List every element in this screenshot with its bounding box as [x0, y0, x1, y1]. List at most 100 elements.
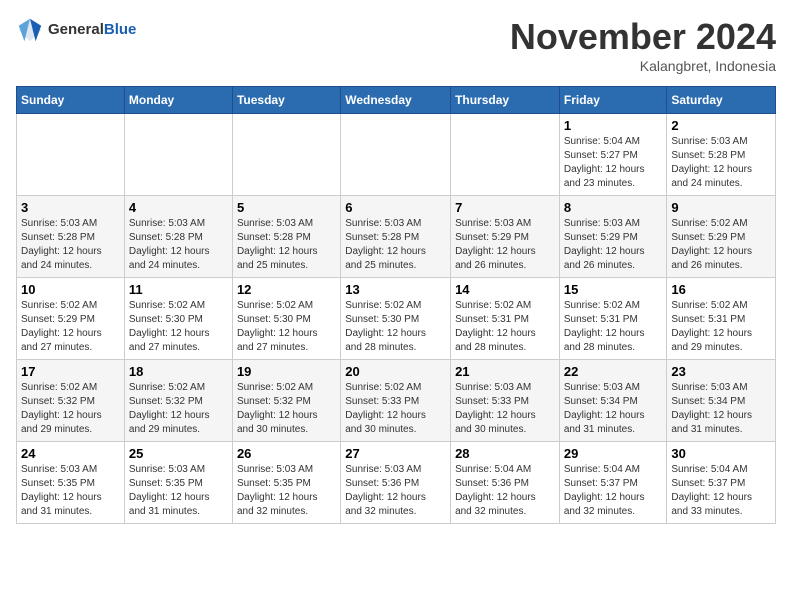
- day-number: 4: [129, 200, 228, 215]
- day-number: 5: [237, 200, 336, 215]
- day-cell: 3 Sunrise: 5:03 AM Sunset: 5:28 PM Daylig…: [17, 196, 125, 278]
- day-number: 1: [564, 118, 663, 133]
- day-cell: 12 Sunrise: 5:02 AM Sunset: 5:30 PM Dayli…: [232, 278, 340, 360]
- day-number: 17: [21, 364, 120, 379]
- day-cell: 4Sunrise: 5:03 AM Sunset: 5:28 PM Daylig…: [124, 196, 232, 278]
- day-number: 30: [671, 446, 771, 461]
- day-info: Sunrise: 5:02 AM Sunset: 5:30 PM Dayligh…: [345, 299, 446, 355]
- day-header-saturday: Saturday: [667, 87, 776, 114]
- day-cell: 13 Sunrise: 5:02 AM Sunset: 5:30 PM Dayli…: [341, 278, 451, 360]
- day-header-thursday: Thursday: [451, 87, 560, 114]
- day-info: Sunrise: 5:03 AM Sunset: 5:28 PM Dayligh…: [237, 217, 336, 273]
- logo: GeneralBlue: [16, 16, 136, 44]
- day-cell: 20 Sunrise: 5:02 AM Sunset: 5:33 PM Dayli…: [341, 360, 451, 442]
- day-cell: 24 Sunrise: 5:03 AM Sunset: 5:35 PM Dayli…: [17, 442, 125, 524]
- day-number: 29: [564, 446, 663, 461]
- day-cell: 5 Sunrise: 5:03 AM Sunset: 5:28 PM Daylig…: [232, 196, 340, 278]
- day-info: Sunrise: 5:03 AM Sunset: 5:35 PM Dayligh…: [21, 463, 120, 519]
- day-info: Sunrise: 5:03 AM Sunset: 5:28 PM Dayligh…: [345, 217, 446, 273]
- logo-text: GeneralBlue: [48, 22, 136, 39]
- day-cell: 8 Sunrise: 5:03 AM Sunset: 5:29 PM Daylig…: [559, 196, 667, 278]
- logo-general: General: [48, 21, 104, 38]
- day-cell: 30 Sunrise: 5:04 AM Sunset: 5:37 PM Dayli…: [667, 442, 776, 524]
- day-info: Sunrise: 5:03 AM Sunset: 5:35 PM Dayligh…: [129, 463, 228, 519]
- day-header-monday: Monday: [124, 87, 232, 114]
- day-cell: [232, 114, 340, 196]
- day-number: 18: [129, 364, 228, 379]
- day-info: Sunrise: 5:02 AM Sunset: 5:31 PM Dayligh…: [455, 299, 555, 355]
- day-cell: 11 Sunrise: 5:02 AM Sunset: 5:30 PM Dayli…: [124, 278, 232, 360]
- day-number: 22: [564, 364, 663, 379]
- day-cell: 27 Sunrise: 5:03 AM Sunset: 5:36 PM Dayli…: [341, 442, 451, 524]
- day-header-tuesday: Tuesday: [232, 87, 340, 114]
- day-info: Sunrise: 5:03 AM Sunset: 5:34 PM Dayligh…: [564, 381, 663, 437]
- day-cell: 21Sunrise: 5:03 AM Sunset: 5:33 PM Dayli…: [451, 360, 560, 442]
- day-number: 8: [564, 200, 663, 215]
- day-info: Sunrise: 5:02 AM Sunset: 5:32 PM Dayligh…: [129, 381, 228, 437]
- day-cell: 28 Sunrise: 5:04 AM Sunset: 5:36 PM Dayli…: [451, 442, 560, 524]
- location: Kalangbret, Indonesia: [510, 58, 776, 74]
- day-header-wednesday: Wednesday: [341, 87, 451, 114]
- day-cell: 1 Sunrise: 5:04 AM Sunset: 5:27 PM Daylig…: [559, 114, 667, 196]
- day-info: Sunrise: 5:04 AM Sunset: 5:27 PM Dayligh…: [564, 135, 663, 191]
- day-number: 25: [129, 446, 228, 461]
- day-cell: 7 Sunrise: 5:03 AM Sunset: 5:29 PM Daylig…: [451, 196, 560, 278]
- day-cell: 2Sunrise: 5:03 AM Sunset: 5:28 PM Daylig…: [667, 114, 776, 196]
- month-title: November 2024: [510, 16, 776, 58]
- day-info: Sunrise: 5:02 AM Sunset: 5:29 PM Dayligh…: [21, 299, 120, 355]
- day-number: 20: [345, 364, 446, 379]
- day-header-sunday: Sunday: [17, 87, 125, 114]
- day-info: Sunrise: 5:04 AM Sunset: 5:36 PM Dayligh…: [455, 463, 555, 519]
- day-number: 24: [21, 446, 120, 461]
- week-row-1: 1 Sunrise: 5:04 AM Sunset: 5:27 PM Daylig…: [17, 114, 776, 196]
- day-number: 6: [345, 200, 446, 215]
- day-info: Sunrise: 5:03 AM Sunset: 5:29 PM Dayligh…: [564, 217, 663, 273]
- logo-blue: Blue: [104, 21, 137, 38]
- day-info: Sunrise: 5:02 AM Sunset: 5:30 PM Dayligh…: [237, 299, 336, 355]
- day-cell: 25 Sunrise: 5:03 AM Sunset: 5:35 PM Dayli…: [124, 442, 232, 524]
- day-cell: 22 Sunrise: 5:03 AM Sunset: 5:34 PM Dayli…: [559, 360, 667, 442]
- day-cell: 18 Sunrise: 5:02 AM Sunset: 5:32 PM Dayli…: [124, 360, 232, 442]
- day-cell: 9 Sunrise: 5:02 AM Sunset: 5:29 PM Daylig…: [667, 196, 776, 278]
- day-info: Sunrise: 5:02 AM Sunset: 5:29 PM Dayligh…: [671, 217, 771, 273]
- day-cell: [451, 114, 560, 196]
- calendar: SundayMondayTuesdayWednesdayThursdayFrid…: [16, 86, 776, 524]
- day-cell: [17, 114, 125, 196]
- calendar-header: SundayMondayTuesdayWednesdayThursdayFrid…: [17, 87, 776, 114]
- day-info: Sunrise: 5:03 AM Sunset: 5:34 PM Dayligh…: [671, 381, 771, 437]
- day-cell: 23 Sunrise: 5:03 AM Sunset: 5:34 PM Dayli…: [667, 360, 776, 442]
- day-number: 27: [345, 446, 446, 461]
- page-header: GeneralBlue November 2024 Kalangbret, In…: [16, 16, 776, 74]
- day-cell: 15Sunrise: 5:02 AM Sunset: 5:31 PM Dayli…: [559, 278, 667, 360]
- week-row-3: 10 Sunrise: 5:02 AM Sunset: 5:29 PM Dayli…: [17, 278, 776, 360]
- day-number: 21: [455, 364, 555, 379]
- day-number: 3: [21, 200, 120, 215]
- day-number: 13: [345, 282, 446, 297]
- day-number: 10: [21, 282, 120, 297]
- day-number: 19: [237, 364, 336, 379]
- day-info: Sunrise: 5:04 AM Sunset: 5:37 PM Dayligh…: [671, 463, 771, 519]
- day-number: 23: [671, 364, 771, 379]
- day-number: 9: [671, 200, 771, 215]
- day-info: Sunrise: 5:04 AM Sunset: 5:37 PM Dayligh…: [564, 463, 663, 519]
- day-cell: 6 Sunrise: 5:03 AM Sunset: 5:28 PM Daylig…: [341, 196, 451, 278]
- day-cell: 14Sunrise: 5:02 AM Sunset: 5:31 PM Dayli…: [451, 278, 560, 360]
- day-info: Sunrise: 5:02 AM Sunset: 5:30 PM Dayligh…: [129, 299, 228, 355]
- day-cell: [341, 114, 451, 196]
- day-cell: 17Sunrise: 5:02 AM Sunset: 5:32 PM Dayli…: [17, 360, 125, 442]
- day-number: 7: [455, 200, 555, 215]
- week-row-2: 3 Sunrise: 5:03 AM Sunset: 5:28 PM Daylig…: [17, 196, 776, 278]
- day-info: Sunrise: 5:02 AM Sunset: 5:33 PM Dayligh…: [345, 381, 446, 437]
- day-number: 15: [564, 282, 663, 297]
- day-number: 12: [237, 282, 336, 297]
- day-info: Sunrise: 5:03 AM Sunset: 5:28 PM Dayligh…: [21, 217, 120, 273]
- day-number: 11: [129, 282, 228, 297]
- day-number: 28: [455, 446, 555, 461]
- day-header-friday: Friday: [559, 87, 667, 114]
- day-info: Sunrise: 5:03 AM Sunset: 5:29 PM Dayligh…: [455, 217, 555, 273]
- day-info: Sunrise: 5:02 AM Sunset: 5:31 PM Dayligh…: [671, 299, 771, 355]
- day-number: 16: [671, 282, 771, 297]
- day-cell: 10 Sunrise: 5:02 AM Sunset: 5:29 PM Dayli…: [17, 278, 125, 360]
- day-info: Sunrise: 5:03 AM Sunset: 5:36 PM Dayligh…: [345, 463, 446, 519]
- day-cell: 19Sunrise: 5:02 AM Sunset: 5:32 PM Dayli…: [232, 360, 340, 442]
